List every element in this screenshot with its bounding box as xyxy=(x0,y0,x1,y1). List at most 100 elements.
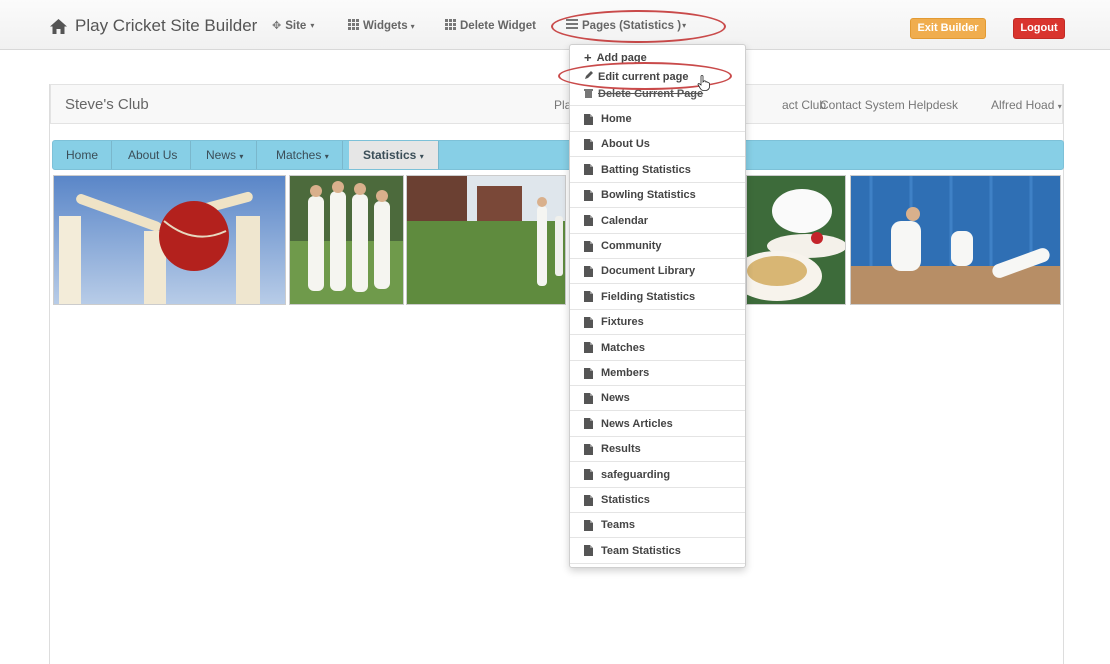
page-item-label: Matches xyxy=(601,341,646,354)
file-icon xyxy=(584,418,593,430)
page-item[interactable]: News xyxy=(570,386,745,412)
page-item[interactable]: Calendar xyxy=(570,209,745,234)
page-item-label: Results xyxy=(601,443,641,456)
file-icon xyxy=(584,291,593,303)
banner-photos xyxy=(53,175,1063,305)
grid-icon xyxy=(445,19,456,33)
file-icon xyxy=(584,215,593,227)
nav-about-us[interactable]: About Us xyxy=(115,141,192,169)
banner-photo-celebration xyxy=(289,175,404,305)
exit-builder-button[interactable]: Exit Builder xyxy=(910,18,986,39)
page-item-label: Statistics xyxy=(601,494,650,506)
page-item-label: Community xyxy=(601,240,662,252)
page-item-label: News Articles xyxy=(601,417,673,430)
pages-highlight-circle xyxy=(551,10,726,43)
widgets-menu-label: Widgets xyxy=(363,20,408,32)
page-item[interactable]: Team Statistics xyxy=(570,539,745,564)
page-item[interactable]: News Articles xyxy=(570,412,745,437)
delete-widget-button[interactable]: Delete Widget xyxy=(445,19,536,33)
chevron-down-icon: ▾ xyxy=(239,152,244,161)
page-item-label: Fixtures xyxy=(601,316,644,329)
file-icon xyxy=(584,469,593,481)
grid-icon xyxy=(348,19,359,33)
page-item[interactable]: Teams xyxy=(570,513,745,539)
user-name: Alfred Hoad xyxy=(991,98,1055,112)
page-item-label: About Us xyxy=(601,138,650,151)
page-item[interactable]: Members xyxy=(570,361,745,386)
page-item-label: Calendar xyxy=(601,214,649,227)
file-icon xyxy=(584,545,593,557)
trash-icon xyxy=(584,88,593,101)
file-icon xyxy=(584,519,593,531)
nav-label: Matches xyxy=(276,148,322,162)
page-item[interactable]: Results xyxy=(570,437,745,463)
file-icon xyxy=(584,494,593,506)
nav-label: Statistics xyxy=(363,148,417,162)
plus-icon: + xyxy=(584,50,592,65)
file-icon xyxy=(584,164,593,176)
page-item[interactable]: Bowling Statistics xyxy=(570,183,745,209)
page-item-label: Bowling Statistics xyxy=(601,189,696,202)
page-item[interactable]: Community xyxy=(570,234,745,259)
chevron-down-icon: ▾ xyxy=(310,21,315,30)
page-item[interactable]: Statistics xyxy=(570,488,745,513)
nav-statistics[interactable]: Statistics ▾ xyxy=(349,141,439,169)
page-item-label: Fielding Statistics xyxy=(601,290,696,303)
banner-photo-ground xyxy=(406,175,566,305)
top-link-helpdesk[interactable]: Contact System Helpdesk xyxy=(820,98,958,112)
site-menu-label: Site xyxy=(285,19,307,32)
banner-photo-indoor xyxy=(850,175,1061,305)
file-icon xyxy=(584,316,593,328)
club-name[interactable]: Steve's Club xyxy=(65,96,149,113)
page-item[interactable]: About Us xyxy=(570,132,745,158)
page-item-label: Home xyxy=(601,113,632,125)
page-item[interactable]: Fielding Statistics xyxy=(570,285,745,310)
home-icon xyxy=(50,18,67,34)
banner-photo-stumps xyxy=(53,175,286,305)
nav-matches[interactable]: Matches ▾ xyxy=(263,141,343,169)
file-icon xyxy=(584,240,593,252)
page-item[interactable]: safeguarding xyxy=(570,463,745,488)
page-item[interactable]: Document Library xyxy=(570,259,745,285)
page-item-label: Members xyxy=(601,367,650,379)
builder-title: Play Cricket Site Builder xyxy=(75,16,258,35)
page-item-label: Batting Statistics xyxy=(601,163,691,176)
file-icon xyxy=(584,367,593,379)
file-icon xyxy=(584,392,593,404)
file-icon xyxy=(584,342,593,354)
page-item[interactable]: Batting Statistics xyxy=(570,158,745,183)
file-icon xyxy=(584,189,593,201)
nav-label: About Us xyxy=(128,148,178,162)
builder-toolbar: Play Cricket Site Builder ✥ Site ▾ Widge… xyxy=(0,0,1110,50)
page-item-label: Team Statistics xyxy=(601,544,681,557)
chevron-down-icon: ▾ xyxy=(324,152,329,161)
nav-home[interactable]: Home xyxy=(53,141,113,169)
page-item[interactable]: Fixtures xyxy=(570,310,745,336)
delete-widget-label: Delete Widget xyxy=(460,20,536,32)
chevron-down-icon: ▾ xyxy=(419,152,424,161)
banner-photo-tea xyxy=(746,175,846,305)
widgets-menu[interactable]: Widgets ▾ xyxy=(348,19,415,33)
pages-dropdown: + Add page Edit current page Delete Curr… xyxy=(569,44,746,568)
page-item-label: safeguarding xyxy=(601,468,671,481)
page-item-label: News xyxy=(601,392,630,405)
nav-news[interactable]: News ▾ xyxy=(193,141,258,169)
page-item[interactable]: Home xyxy=(570,107,745,132)
site-preview: Steve's Club Pla act Club Contact System… xyxy=(49,84,1064,664)
chevron-down-icon: ▾ xyxy=(1057,102,1062,111)
site-menu[interactable]: ✥ Site ▾ xyxy=(272,19,315,33)
builder-home-link[interactable]: Play Cricket Site Builder xyxy=(50,16,257,36)
page-item-label: Document Library xyxy=(601,265,696,278)
page-item[interactable]: Matches xyxy=(570,336,745,361)
hand-cursor-icon xyxy=(697,75,711,96)
club-nav: Home About Us News ▾ Matches ▾ Statistic… xyxy=(52,140,1064,170)
file-icon xyxy=(584,443,593,455)
chevron-down-icon: ▾ xyxy=(410,21,415,31)
nav-label: News xyxy=(206,148,237,162)
move-icon: ✥ xyxy=(272,20,282,32)
file-icon xyxy=(584,138,593,150)
user-menu[interactable]: Alfred Hoad ▾ xyxy=(991,98,1062,112)
logout-button[interactable]: Logout xyxy=(1013,18,1065,39)
file-icon xyxy=(584,265,593,277)
page-item-label: Teams xyxy=(601,519,636,532)
